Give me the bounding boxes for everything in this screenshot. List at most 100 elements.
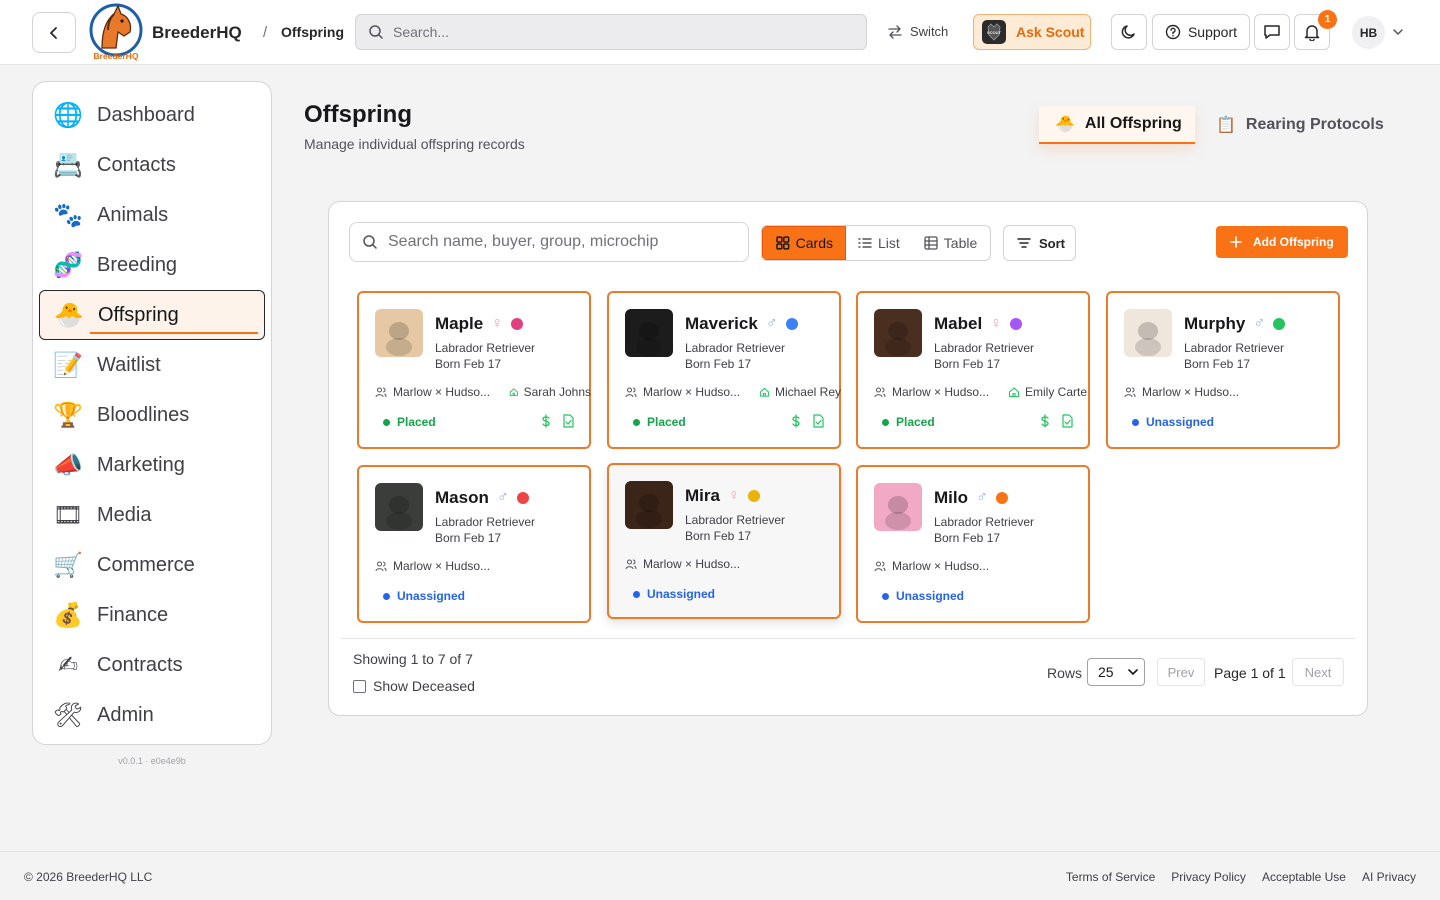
parents-text: Marlow × Hudso... xyxy=(643,557,741,571)
sidebar-item-label: Breeding xyxy=(97,253,178,276)
offspring-card[interactable]: Mabel ♀ Labrador Retriever Born Feb 17 Marlo… xyxy=(856,291,1090,449)
prev-page-button[interactable]: Prev xyxy=(1157,658,1205,686)
sidebar-item-bloodlines[interactable]: 🏆 Bloodlines xyxy=(33,390,271,440)
status-badge: Unassigned xyxy=(882,589,964,603)
sidebar-item-admin[interactable]: 🛠 Admin xyxy=(33,690,271,740)
document-check-icon[interactable] xyxy=(811,414,825,428)
sidebar-item-contracts[interactable]: ✍ Contracts xyxy=(33,640,271,690)
puppy-photo xyxy=(375,483,423,531)
status-badge: Unassigned xyxy=(383,589,465,603)
sidebar-item-finance[interactable]: 💰 Finance xyxy=(33,590,271,640)
document-check-icon[interactable] xyxy=(561,414,575,428)
ask-scout-button[interactable]: SCOUT Ask Scout xyxy=(973,14,1091,50)
page-subtitle: Manage individual offspring records xyxy=(304,136,525,152)
collar-color-dot xyxy=(1273,318,1286,330)
messages-button[interactable] xyxy=(1254,14,1290,50)
list-icon xyxy=(858,238,872,248)
user-avatar[interactable]: HB xyxy=(1352,16,1385,49)
offspring-card[interactable]: Maple ♀ Labrador Retriever Born Feb 17 Marlo… xyxy=(357,291,591,449)
scout-logo-icon: SCOUT xyxy=(982,20,1006,44)
switch-button[interactable]: Switch xyxy=(888,24,948,39)
view-table-label: Table xyxy=(943,235,978,251)
privacy-link[interactable]: Privacy Policy xyxy=(1171,870,1246,884)
offspring-card[interactable]: Mason ♂ Labrador Retriever Born Feb 17 Marlo… xyxy=(357,465,591,623)
offspring-card[interactable]: Mira ♀ Labrador Retriever Born Feb 17 Marlow… xyxy=(607,463,841,619)
back-button[interactable] xyxy=(32,12,76,53)
puppy-photo xyxy=(1124,309,1172,357)
parents-text: Marlow × Hudso... xyxy=(892,385,990,399)
show-deceased-toggle[interactable]: Show Deceased xyxy=(353,678,475,694)
tab-rearing-protocols[interactable]: 📋 Rearing Protocols xyxy=(1216,106,1384,144)
dollar-icon[interactable] xyxy=(789,414,803,428)
status-dot xyxy=(882,418,889,426)
rows-per-page-select[interactable]: 25 xyxy=(1087,658,1145,686)
support-button[interactable]: Support xyxy=(1152,14,1250,50)
dark-mode-toggle[interactable] xyxy=(1111,14,1147,50)
terms-link[interactable]: Terms of Service xyxy=(1066,870,1155,884)
view-cards-button[interactable]: Cards xyxy=(762,226,846,260)
tab-all-offspring[interactable]: 🐣 All Offspring xyxy=(1039,106,1195,144)
offspring-card[interactable]: Milo ♂ Labrador Retriever Born Feb 17 Marlow… xyxy=(856,465,1090,623)
status-badge: Placed xyxy=(633,415,686,429)
document-check-icon[interactable] xyxy=(1060,414,1074,428)
ai-privacy-link[interactable]: AI Privacy xyxy=(1362,870,1416,884)
add-offspring-label: Add Offspring xyxy=(1253,235,1334,249)
hatching-chick-icon: 🐣 xyxy=(54,301,84,329)
collar-color-dot xyxy=(996,492,1008,504)
sex-symbol-icon: ♀ xyxy=(491,315,504,332)
sidebar-item-animals[interactable]: 🐾 Animals xyxy=(33,190,271,240)
sidebar-item-breeding[interactable]: 🧬 Breeding xyxy=(33,240,271,290)
cart-icon: 🛒 xyxy=(53,551,83,579)
notifications-button[interactable]: 1 xyxy=(1294,10,1337,50)
show-deceased-label: Show Deceased xyxy=(373,678,475,694)
offspring-breed: Labrador Retriever xyxy=(934,341,1035,355)
breadcrumb-separator: / xyxy=(263,24,268,41)
sidebar-item-media[interactable]: 🎞 Media xyxy=(33,490,271,540)
view-list-label: List xyxy=(878,235,900,251)
puppy-photo xyxy=(625,309,673,357)
brand-logo[interactable]: BreederHQ xyxy=(88,2,144,62)
parents-text: Marlow × Hudso... xyxy=(393,385,491,399)
sort-button[interactable]: Sort xyxy=(1003,225,1076,261)
offspring-card[interactable]: Murphy ♂ Labrador Retriever Born Feb 17 Marl… xyxy=(1106,291,1340,449)
offspring-birthdate: Born Feb 17 xyxy=(685,357,752,371)
sidebar-item-waitlist[interactable]: 📝 Waitlist xyxy=(33,340,271,390)
next-page-button[interactable]: Next xyxy=(1292,658,1344,686)
sidebar-item-commerce[interactable]: 🛒 Commerce xyxy=(33,540,271,590)
offspring-buyer: Michael Rey xyxy=(759,385,841,399)
sidebar-item-label: Finance xyxy=(97,603,169,626)
show-deceased-checkbox[interactable] xyxy=(353,679,366,693)
view-table-button[interactable]: Table xyxy=(912,226,989,260)
home-icon xyxy=(759,387,770,397)
sidebar-item-contacts[interactable]: 📇 Contacts xyxy=(33,140,271,190)
horse-logo-icon: BreederHQ xyxy=(89,3,143,61)
global-search-input[interactable] xyxy=(393,24,833,40)
sidebar-item-label: Marketing xyxy=(97,453,185,476)
offspring-search[interactable] xyxy=(349,222,749,262)
acceptable-use-link[interactable]: Acceptable Use xyxy=(1262,870,1346,884)
sort-lines-icon xyxy=(1017,238,1031,248)
offspring-name: Murphy xyxy=(1184,314,1246,333)
offspring-card[interactable]: Maverick ♂ Labrador Retriever Born Feb 17 Ma… xyxy=(607,291,841,449)
sidebar-item-marketing[interactable]: 📣 Marketing xyxy=(33,440,271,490)
global-search[interactable] xyxy=(355,14,867,50)
add-offspring-button[interactable]: Add Offspring xyxy=(1216,226,1348,258)
sidebar-item-dashboard[interactable]: 🌐 Dashboard xyxy=(33,90,271,140)
offspring-parents: Marlow × Hudso... xyxy=(874,385,989,399)
chevron-down-icon[interactable] xyxy=(1392,27,1404,37)
view-list-button[interactable]: List xyxy=(846,226,912,260)
brand-name[interactable]: BreederHQ xyxy=(152,23,242,43)
hatching-chick-icon: 🐣 xyxy=(1055,116,1075,133)
dollar-icon[interactable] xyxy=(539,414,553,428)
dollar-icon[interactable] xyxy=(1038,414,1052,428)
sidebar-nav: 🌐 Dashboard 📇 Contacts 🐾 Animals 🧬 Breeding 🐣 Off… xyxy=(32,81,272,745)
view-cards-label: Cards xyxy=(795,235,833,251)
offspring-birthdate: Born Feb 17 xyxy=(435,531,502,545)
sex-symbol-icon: ♂ xyxy=(976,489,988,506)
help-circle-icon xyxy=(1165,24,1181,40)
trophy-icon: 🏆 xyxy=(53,401,83,429)
users-icon xyxy=(375,387,387,398)
sidebar-item-offspring[interactable]: 🐣 Offspring xyxy=(39,290,265,340)
offspring-search-input[interactable] xyxy=(388,233,728,251)
status-text: Unassigned xyxy=(397,589,466,603)
